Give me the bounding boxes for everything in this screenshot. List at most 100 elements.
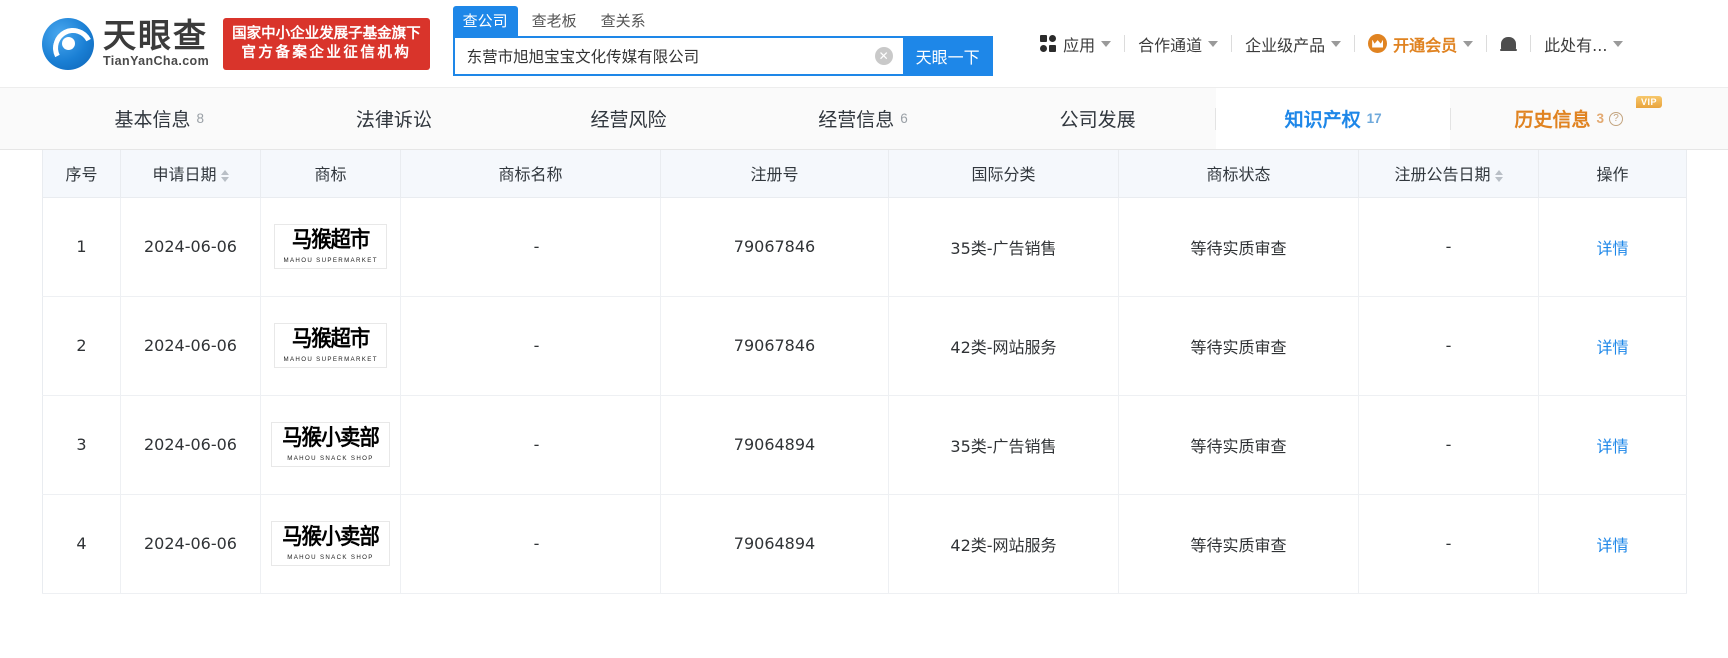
col-action: 操作: [1538, 150, 1687, 198]
nav-item-partner[interactable]: 合作通道: [1125, 32, 1231, 56]
col-trademark: 商标: [260, 150, 401, 198]
search-tab-boss[interactable]: 查老板: [522, 6, 587, 36]
detail-link[interactable]: 详情: [1596, 338, 1628, 357]
header-nav: 应用 合作通道 企业级产品 开通会员 此处有...: [1027, 24, 1728, 64]
cell-trademark-status: 等待实质审查: [1118, 494, 1359, 594]
trademark-table: 序号 申请日期 商标 商标名称 注册号 国际分类 商标状态 注册公告日期 操作 …: [42, 150, 1687, 594]
cell-apply-date: 2024-06-06: [120, 494, 261, 594]
col-trademark-name-label: 商标名称: [498, 165, 563, 185]
tab-history-info-count: 3: [1596, 111, 1605, 126]
trademark-logo: 马猴小卖部 MAHOU SNACK SHOP: [270, 421, 390, 468]
nav-item-enterprise[interactable]: 企业级产品: [1232, 32, 1354, 56]
trademark-logo-pinyin: MAHOU SNACK SHOP: [287, 553, 374, 561]
cell-registration-no: 79067846: [660, 296, 889, 396]
cell-trademark-name: -: [400, 197, 661, 297]
help-icon[interactable]: ?: [1609, 111, 1624, 126]
nav-item-membership[interactable]: 开通会员: [1355, 32, 1486, 56]
cell-action: 详情: [1538, 197, 1687, 297]
chevron-down-icon: [1101, 40, 1112, 47]
col-apply-date[interactable]: 申请日期: [120, 150, 261, 198]
cell-registration-no: 79064894: [660, 395, 889, 495]
search-button[interactable]: 天眼一下: [902, 35, 993, 76]
trademark-logo-chinese: 马猴超市: [291, 227, 370, 253]
nav-item-user-label: 此处有...: [1544, 35, 1608, 55]
grid-icon: [1039, 35, 1057, 52]
col-international-class: 国际分类: [888, 150, 1119, 198]
clear-icon[interactable]: ✕: [874, 46, 893, 65]
col-index-label: 序号: [65, 165, 98, 185]
slogan-line-2: 官方备案企业征信机构: [241, 44, 412, 61]
sort-icon[interactable]: [1494, 169, 1503, 182]
tab-legal-cases-label: 法律诉讼: [355, 109, 432, 131]
tab-intellectual-property-label: 知识产权: [1284, 109, 1361, 131]
tab-history-info-label: 历史信息: [1514, 109, 1591, 131]
tab-legal-cases[interactable]: 法律诉讼: [277, 88, 512, 149]
cell-trademark-image[interactable]: 马猴小卖部 MAHOU SNACK SHOP: [260, 494, 401, 594]
table-row: 2 2024-06-06 马猴超市 MAHOU SUPERMARKET - 79…: [42, 296, 1687, 396]
cell-index: 1: [42, 197, 121, 297]
cell-action: 详情: [1538, 395, 1687, 495]
trademark-logo-pinyin: MAHOU SUPERMARKET: [283, 355, 378, 363]
col-trademark-status: 商标状态: [1118, 150, 1359, 198]
nav-item-user[interactable]: 此处有...: [1531, 32, 1636, 56]
trademark-logo: 马猴超市 MAHOU SUPERMARKET: [273, 223, 388, 270]
tab-company-development[interactable]: 公司发展: [980, 88, 1215, 149]
cell-international-class: 35类-广告销售: [888, 395, 1119, 495]
cell-trademark-image[interactable]: 马猴超市 MAHOU SUPERMARKET: [260, 197, 401, 297]
cell-apply-date: 2024-06-06: [120, 296, 261, 396]
detail-link[interactable]: 详情: [1596, 536, 1628, 555]
tab-intellectual-property[interactable]: 知识产权 17: [1215, 88, 1451, 149]
cell-international-class: 35类-广告销售: [888, 197, 1119, 297]
col-trademark-name: 商标名称: [400, 150, 661, 198]
search-tab-relation[interactable]: 查关系: [591, 6, 656, 36]
chevron-down-icon: [1613, 40, 1624, 47]
col-trademark-status-label: 商标状态: [1206, 165, 1271, 185]
tianyancha-logo-icon: [42, 17, 94, 70]
detail-link[interactable]: 详情: [1596, 239, 1628, 258]
cell-trademark-image[interactable]: 马猴超市 MAHOU SUPERMARKET: [260, 296, 401, 396]
col-announcement-date-label: 注册公告日期: [1394, 165, 1491, 185]
table-body: 1 2024-06-06 马猴超市 MAHOU SUPERMARKET - 79…: [42, 197, 1687, 594]
tab-basic-info[interactable]: 基本信息 8: [42, 88, 277, 149]
brand-logo[interactable]: 天眼查 TianYanCha.com: [42, 17, 209, 70]
cell-index: 4: [42, 494, 121, 594]
crown-icon: [1368, 34, 1388, 53]
col-trademark-label: 商标: [314, 165, 347, 185]
tab-history-info[interactable]: VIP 历史信息 3 ?: [1451, 88, 1687, 149]
cell-registration-no: 79064894: [660, 494, 889, 594]
cell-announcement-date: -: [1358, 395, 1539, 495]
tab-basic-info-count: 8: [196, 111, 205, 126]
site-header: 天眼查 TianYanCha.com 国家中小企业发展子基金旗下 官方备案企业征…: [0, 0, 1728, 88]
search-field: ✕: [452, 35, 903, 76]
tab-company-development-label: 公司发展: [1059, 109, 1136, 131]
cell-trademark-status: 等待实质审查: [1118, 395, 1359, 495]
table-row: 1 2024-06-06 马猴超市 MAHOU SUPERMARKET - 79…: [42, 197, 1687, 297]
tab-business-info[interactable]: 经营信息 6: [746, 88, 981, 149]
sort-icon[interactable]: [220, 169, 229, 182]
col-action-label: 操作: [1596, 165, 1629, 185]
slogan-line-1: 国家中小企业发展子基金旗下: [232, 25, 421, 42]
trademark-logo-chinese: 马猴小卖部: [282, 524, 380, 550]
nav-item-notifications[interactable]: [1487, 35, 1530, 53]
col-registration-no: 注册号: [660, 150, 889, 198]
cell-apply-date: 2024-06-06: [120, 197, 261, 297]
table-header: 序号 申请日期 商标 商标名称 注册号 国际分类 商标状态 注册公告日期 操作: [42, 150, 1687, 198]
tab-business-risk[interactable]: 经营风险: [511, 88, 746, 149]
cell-announcement-date: -: [1358, 296, 1539, 396]
bell-icon: [1500, 35, 1518, 53]
page-root: 天眼查 TianYanCha.com 国家中小企业发展子基金旗下 官方备案企业征…: [0, 0, 1728, 658]
search-input[interactable]: [466, 46, 875, 65]
tab-business-info-count: 6: [900, 111, 908, 126]
chevron-down-icon: [1463, 40, 1474, 47]
detail-link[interactable]: 详情: [1596, 437, 1628, 456]
col-announcement-date[interactable]: 注册公告日期: [1358, 150, 1539, 198]
nav-item-partner-label: 合作通道: [1138, 35, 1203, 55]
cell-trademark-name: -: [400, 296, 661, 396]
cell-trademark-status: 等待实质审查: [1118, 197, 1359, 297]
cell-trademark-image[interactable]: 马猴小卖部 MAHOU SNACK SHOP: [260, 395, 401, 495]
trademark-logo-chinese: 马猴超市: [291, 326, 370, 352]
cell-international-class: 42类-网站服务: [888, 296, 1119, 396]
cell-index: 3: [42, 395, 121, 495]
nav-item-apps[interactable]: 应用: [1027, 32, 1125, 56]
search-tab-company[interactable]: 查公司: [452, 5, 518, 36]
